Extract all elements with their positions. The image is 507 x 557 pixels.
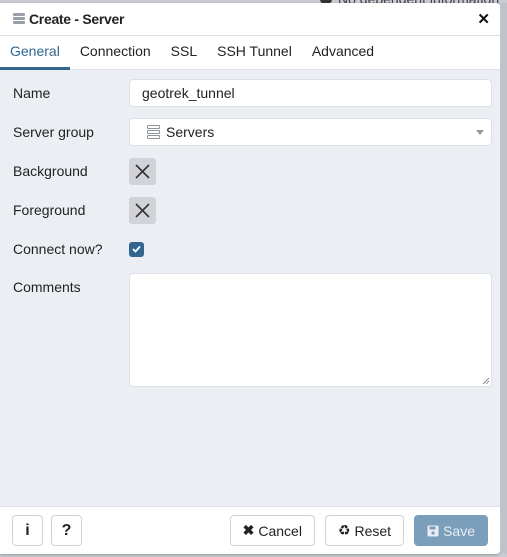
- save-button[interactable]: Save: [414, 515, 488, 546]
- connect-now-row: Connect now?: [13, 234, 492, 264]
- name-row: Name geotrek_tunnel: [13, 78, 492, 108]
- server-group-icon: [147, 125, 160, 139]
- clear-color-icon: [135, 163, 150, 179]
- foreground-label: Foreground: [13, 202, 86, 218]
- check-icon: [132, 245, 141, 253]
- server-group-value: Servers: [166, 124, 215, 140]
- create-server-dialog: Create - Server ✕ General Connection SSL…: [0, 3, 500, 554]
- close-icon: ✖: [242, 522, 255, 538]
- background-color-picker[interactable]: [129, 157, 156, 185]
- name-label: Name: [13, 85, 51, 101]
- connect-now-checkbox[interactable]: [129, 241, 144, 257]
- tab-connection[interactable]: Connection: [70, 43, 161, 70]
- tab-advanced[interactable]: Advanced: [302, 43, 384, 70]
- resize-handle-icon[interactable]: [482, 377, 489, 384]
- tab-bar: General Connection SSL SSH Tunnel Advanc…: [0, 36, 500, 70]
- cancel-button[interactable]: ✖ Cancel: [229, 515, 315, 546]
- name-input[interactable]: geotrek_tunnel: [129, 79, 492, 107]
- name-value: geotrek_tunnel: [142, 85, 235, 101]
- dialog-titlebar[interactable]: Create - Server ✕: [0, 3, 500, 36]
- comments-label: Comments: [13, 279, 81, 295]
- background-label: Background: [13, 163, 88, 179]
- info-icon: i: [25, 521, 30, 539]
- background-scrollbar[interactable]: [500, 3, 507, 554]
- cancel-label: Cancel: [258, 522, 302, 539]
- help-button[interactable]: ?: [51, 515, 82, 546]
- help-icon: ?: [61, 521, 72, 539]
- tab-ssl[interactable]: SSL: [161, 43, 207, 70]
- info-button[interactable]: i: [12, 515, 43, 546]
- connect-now-label: Connect now?: [13, 241, 103, 257]
- recycle-icon: ♻: [337, 522, 351, 538]
- general-form: Name geotrek_tunnel Server group Servers…: [0, 70, 500, 387]
- background-row: Background: [13, 156, 492, 186]
- server-group-select[interactable]: Servers: [129, 118, 492, 146]
- reset-button[interactable]: ♻ Reset: [324, 515, 405, 546]
- close-icon[interactable]: ✕: [477, 10, 490, 28]
- tab-general[interactable]: General: [0, 43, 70, 70]
- server-group-label: Server group: [13, 124, 94, 140]
- tab-ssh-tunnel[interactable]: SSH Tunnel: [207, 43, 302, 70]
- chevron-down-icon: [476, 130, 484, 135]
- comments-textarea[interactable]: [129, 273, 492, 387]
- comments-row: Comments: [13, 273, 492, 387]
- foreground-row: Foreground: [13, 195, 492, 225]
- server-group-row: Server group Servers: [13, 117, 492, 147]
- server-icon: [13, 13, 25, 25]
- dialog-footer: i ? ✖ Cancel ♻ Reset Save: [0, 506, 500, 554]
- save-label: Save: [443, 522, 475, 539]
- reset-label: Reset: [354, 522, 392, 539]
- clear-color-icon: [135, 202, 150, 218]
- save-icon: [427, 525, 439, 536]
- foreground-color-picker[interactable]: [129, 196, 156, 224]
- dialog-title: Create - Server: [29, 11, 125, 27]
